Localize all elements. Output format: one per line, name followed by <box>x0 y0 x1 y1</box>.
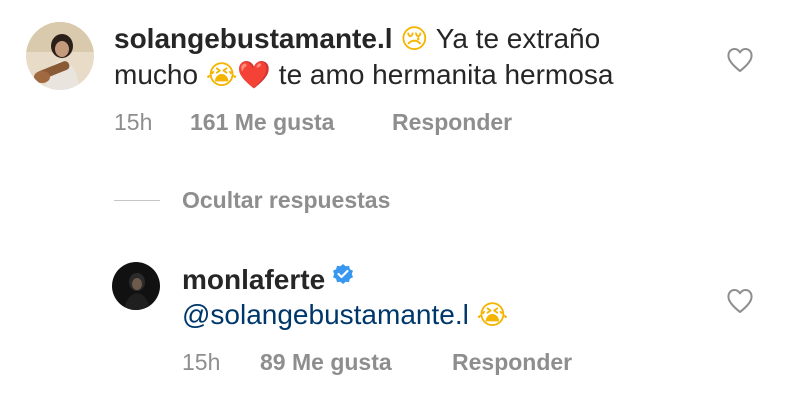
loudly-crying-face-emoji: 😭 <box>205 60 238 91</box>
likes-count[interactable]: 161 Me gusta <box>190 108 392 136</box>
like-button[interactable] <box>726 47 754 73</box>
comment-body-part-1: Ya te extraño <box>428 23 601 54</box>
heart-outline-icon <box>727 48 753 72</box>
comment-time: 15h <box>182 349 221 375</box>
divider-line <box>114 199 160 201</box>
avatar[interactable] <box>112 262 160 310</box>
hide-replies-label: Ocultar respuestas <box>182 186 391 213</box>
reply-button[interactable]: Responder <box>452 348 572 376</box>
mention-link[interactable]: @solangebustamante.l <box>182 299 469 330</box>
comment-meta: 15h 89 Me gusta Responder <box>182 348 572 376</box>
comment-meta: 15h 161 Me gusta Responder <box>114 108 512 136</box>
username[interactable]: monlaferte <box>182 264 325 295</box>
verified-badge-icon <box>331 260 355 295</box>
loudly-crying-face-emoji: 😭 <box>476 300 509 331</box>
heart-outline-icon <box>727 289 753 313</box>
username[interactable]: solangebustamante.l <box>114 23 393 54</box>
comment-time: 15h <box>114 109 153 135</box>
likes-count[interactable]: 89 Me gusta <box>260 348 452 376</box>
comment-body-part-2: mucho <box>114 59 206 90</box>
hide-replies-toggle[interactable]: Ocultar respuestas <box>114 186 390 214</box>
red-heart-emoji: ❤️ <box>237 60 272 91</box>
comment-body-part-3: te amo hermanita hermosa <box>271 59 614 90</box>
crying-face-emoji: 😢 <box>400 24 429 55</box>
like-button[interactable] <box>726 288 754 314</box>
avatar[interactable] <box>26 22 94 90</box>
comment-text: monlaferte @solangebustamante.l 😭 <box>182 260 722 333</box>
reply-button[interactable]: Responder <box>392 108 512 136</box>
comment-text: solangebustamante.l 😢 Ya te extraño mucho… <box>114 21 694 93</box>
